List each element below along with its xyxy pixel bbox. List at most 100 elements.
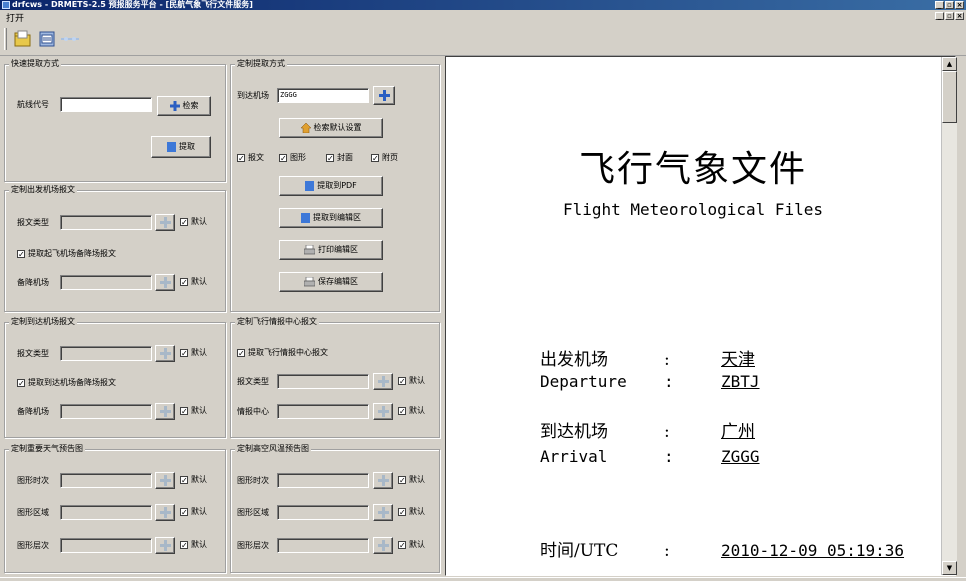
cover-checkbox[interactable]: 封面 [326, 153, 353, 163]
extract-pdf-button[interactable]: 提取到PDF [279, 176, 383, 196]
dep-type-input[interactable] [60, 215, 152, 230]
sigwx-area-add-button[interactable] [155, 504, 175, 521]
open-folder-icon[interactable] [14, 30, 32, 48]
arr-alternate-checkbox[interactable]: 提取到达机场备降场报文 [17, 378, 116, 388]
scroll-up-button[interactable]: ▲ [942, 57, 957, 71]
arr-type-input[interactable] [60, 346, 152, 361]
close-button[interactable]: × [955, 1, 964, 9]
fic-center-default-checkbox[interactable]: 默认 [398, 406, 425, 416]
dep-alternate-checkbox[interactable]: 提取起飞机场备降场报文 [17, 249, 116, 259]
report-check-label: 报文 [248, 153, 264, 162]
sigwx-level-input[interactable] [60, 538, 152, 553]
wind-area-add-button[interactable] [373, 504, 393, 521]
wind-time-input[interactable] [277, 473, 369, 488]
custom-extract-legend: 定制提取方式 [235, 59, 287, 69]
dep-alt-add-button[interactable] [155, 274, 175, 291]
fic-type-default-checkbox[interactable]: 默认 [398, 376, 425, 386]
quick-extract-legend: 快速提取方式 [9, 59, 61, 69]
dep-type-label: 报文类型 [17, 218, 49, 227]
sigwx-time-default-checkbox[interactable]: 默认 [180, 475, 207, 485]
sigwx-time-label: 图形时次 [17, 476, 49, 485]
departure-report-group: 定制出发机场报文 报文类型 默认 提取起飞机场备降场报文 备降机场 默认 [4, 185, 226, 312]
dep-alt-default-checkbox[interactable]: 默认 [180, 277, 207, 287]
default-settings-search-button[interactable]: 检索默认设置 [279, 118, 383, 138]
plus-icon [160, 277, 171, 288]
dep-type-add-button[interactable] [155, 214, 175, 231]
extract-pdf-label: 提取到PDF [317, 181, 357, 190]
child-close-button[interactable]: × [955, 12, 964, 20]
arr-type-label: 报文类型 [17, 349, 49, 358]
arrival-colon-cn: : [664, 422, 670, 442]
search-button-label: 检索 [182, 101, 199, 110]
sigwx-chart-legend: 定制重要天气预告图 [9, 444, 85, 454]
wind-time-default-checkbox[interactable]: 默认 [398, 475, 425, 485]
app-icon [2, 1, 10, 9]
sigwx-area-input[interactable] [60, 505, 152, 520]
fic-center-add-button[interactable] [373, 403, 393, 420]
arr-type-default-checkbox[interactable]: 默认 [180, 348, 207, 358]
minimize-button[interactable]: _ [935, 1, 944, 9]
sigwx-time-input[interactable] [60, 473, 152, 488]
arr-alt-input[interactable] [60, 404, 152, 419]
wind-level-default-checkbox[interactable]: 默认 [398, 540, 425, 550]
wind-level-input[interactable] [277, 538, 369, 553]
quick-extract-group: 快速提取方式 航线代号 检索 提取 [4, 59, 226, 182]
graphic-checkbox[interactable]: 图形 [279, 153, 306, 163]
document-icon[interactable] [38, 30, 56, 48]
departure-value-cn: 天津 [721, 350, 755, 370]
arr-alt-add-button[interactable] [155, 403, 175, 420]
wind-area-label: 图形区域 [237, 508, 269, 517]
sigwx-level-default-checkbox[interactable]: 默认 [180, 540, 207, 550]
child-minimize-button[interactable]: _ [935, 12, 944, 20]
scroll-down-button[interactable]: ▼ [942, 561, 957, 575]
arr-alt-default-checkbox[interactable]: 默认 [180, 406, 207, 416]
save-editor-button[interactable]: 保存编辑区 [279, 272, 383, 292]
wind-level-default-label: 默认 [409, 540, 425, 549]
extract-to-editor-button[interactable]: 提取到编辑区 [279, 208, 383, 228]
arrival-airport-input[interactable]: ZGGG [277, 88, 369, 103]
arrival-airport-add-button[interactable] [373, 86, 395, 105]
plus-icon [378, 540, 389, 551]
fic-center-label: 情报中心 [237, 407, 269, 416]
fic-center-input[interactable] [277, 404, 369, 419]
arr-type-add-button[interactable] [155, 345, 175, 362]
restore-button[interactable]: ▫ [945, 1, 954, 9]
report-checkbox[interactable]: 报文 [237, 153, 264, 163]
fic-type-input[interactable] [277, 374, 369, 389]
wind-area-default-label: 默认 [409, 507, 425, 516]
extract-button-label: 提取 [179, 142, 195, 151]
document-editor[interactable]: 飞行气象文件 Flight Meteorological Files 出发机场 … [445, 56, 956, 576]
wind-level-add-button[interactable] [373, 537, 393, 554]
appendix-checkbox[interactable]: 附页 [371, 153, 398, 163]
extract-button[interactable]: 提取 [151, 136, 211, 158]
plus-icon [378, 406, 389, 417]
plus-icon [160, 217, 171, 228]
search-button[interactable]: 检索 [157, 96, 211, 116]
fic-center-default-label: 默认 [409, 406, 425, 415]
connection-icon[interactable] [60, 30, 79, 48]
fic-checkbox[interactable]: 提取飞行情报中心报文 [237, 348, 328, 358]
menubar: 打开 [0, 10, 966, 24]
arrival-report-group: 定制到达机场报文 报文类型 默认 提取到达机场备降场报文 备降机场 默认 [4, 317, 226, 438]
save-editor-label: 保存编辑区 [318, 277, 358, 286]
wind-time-add-button[interactable] [373, 472, 393, 489]
wind-area-input[interactable] [277, 505, 369, 520]
sigwx-time-add-button[interactable] [155, 472, 175, 489]
wind-area-default-checkbox[interactable]: 默认 [398, 507, 425, 517]
print-editor-button[interactable]: 打印编辑区 [279, 240, 383, 260]
flight-code-input[interactable] [60, 97, 152, 112]
dep-type-default-checkbox[interactable]: 默认 [180, 217, 207, 227]
child-restore-button[interactable]: ▫ [945, 12, 954, 20]
window-controls: _ ▫ × [935, 1, 964, 9]
fic-type-add-button[interactable] [373, 373, 393, 390]
plus-icon [378, 475, 389, 486]
upper-wind-chart-group: 定制高空风温预告图 图形时次 默认 图形区域 默认 图形层次 默认 [230, 444, 440, 573]
menu-open[interactable]: 打开 [6, 11, 24, 24]
sigwx-area-default-checkbox[interactable]: 默认 [180, 507, 207, 517]
dep-type-default-label: 默认 [191, 217, 207, 226]
dep-alt-input[interactable] [60, 275, 152, 290]
fic-type-label: 报文类型 [237, 377, 269, 386]
sigwx-level-add-button[interactable] [155, 537, 175, 554]
scroll-thumb[interactable] [942, 71, 957, 123]
vertical-scrollbar[interactable]: ▲ ▼ [941, 57, 957, 575]
